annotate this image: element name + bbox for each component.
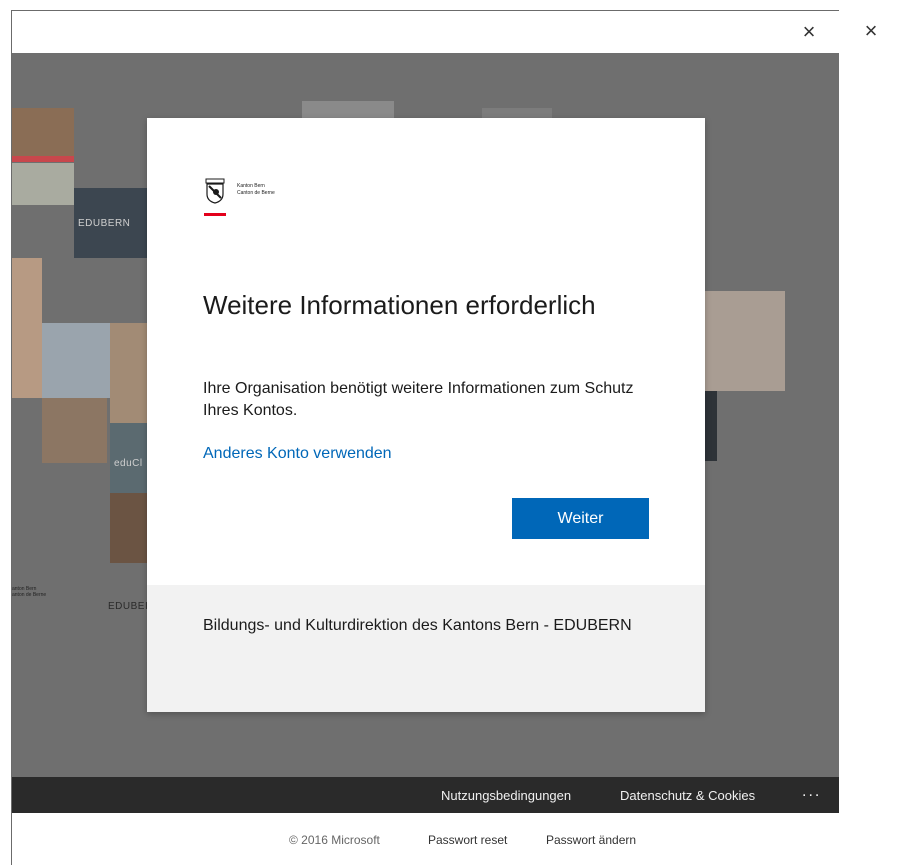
sign-in-card: Kanton Bern Canton de Berne Weitere Info… [147, 118, 705, 712]
photo-tile [110, 323, 147, 423]
footer-bar: Nutzungsbedingungen Datenschutz & Cookie… [12, 777, 839, 813]
tile-label: EDUBEI [108, 601, 149, 612]
description-text: Ihre Organisation benötigt weitere Infor… [203, 380, 634, 419]
password-change-link[interactable]: Passwort ändern [546, 833, 636, 847]
photo-tile [12, 108, 74, 156]
photo-tile [42, 398, 107, 463]
photo-tile [705, 391, 717, 461]
title-bar: × [12, 11, 839, 53]
terms-link[interactable]: Nutzungsbedingungen [441, 788, 571, 803]
page-title: Weitere Informationen erforderlich [203, 290, 596, 320]
more-options-icon[interactable]: ... [802, 783, 821, 801]
photo-tile [12, 258, 42, 398]
background-logo-text: anton de Berne [12, 592, 47, 598]
use-another-account-link[interactable]: Anderes Konto verwenden [203, 445, 392, 463]
photo-tile [302, 101, 394, 119]
photo-tile [12, 156, 74, 162]
brand-accent-bar [204, 213, 226, 216]
photo-tile [705, 291, 785, 391]
next-button[interactable]: Weiter [512, 498, 649, 539]
privacy-link[interactable]: Datenschutz & Cookies [620, 788, 755, 803]
organization-name: Bildungs- und Kulturdirektion des Kanton… [203, 617, 632, 634]
close-icon[interactable]: × [796, 19, 822, 45]
photo-tile [110, 493, 147, 563]
photo-tile [42, 323, 110, 398]
copyright-text: © 2016 Microsoft [289, 833, 380, 847]
photo-tile [12, 163, 74, 205]
logo-text: Kanton Bern [237, 183, 265, 189]
sign-in-window: × EDUBERN eduCl EDUBEI anton Bern anton … [11, 10, 839, 865]
coat-of-arms-icon [205, 178, 225, 204]
tile-label: eduCl [114, 458, 143, 469]
logo-text: Canton de Berne [237, 190, 275, 196]
organization-section: Bildungs- und Kulturdirektion des Kanton… [147, 585, 705, 712]
tile-label: EDUBERN [78, 218, 131, 229]
password-reset-link[interactable]: Passwort reset [428, 833, 507, 847]
footer-links: © 2016 Microsoft Passwort reset Passwort… [12, 813, 839, 865]
close-icon[interactable]: × [858, 18, 884, 44]
canton-logo: Kanton Bern Canton de Berne [204, 178, 304, 218]
